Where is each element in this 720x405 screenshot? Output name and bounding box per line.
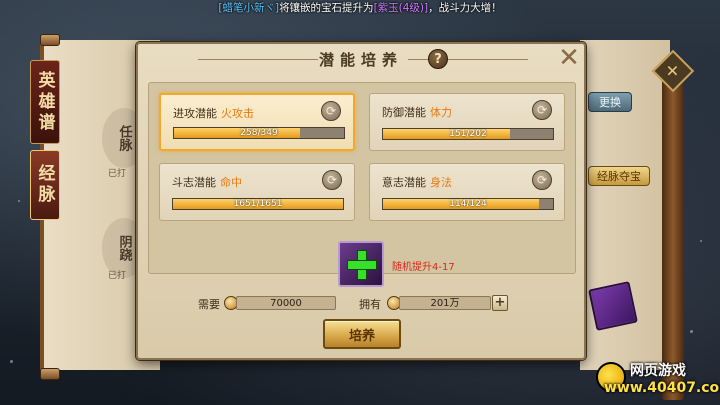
scroll-rod-top <box>40 34 60 46</box>
tab-meridian[interactable]: 经脉 <box>30 150 60 220</box>
progress-text: 1651/1651 <box>233 199 283 209</box>
watermark-url: www.40407.com <box>604 380 720 396</box>
meridian-item-ren-status: 已打 <box>108 169 127 179</box>
announcement-player-name[interactable]: [蜡笔小新ヾ] <box>218 2 279 14</box>
scroll-rod-bottom <box>40 368 60 380</box>
green-plus-icon <box>347 250 377 280</box>
need-amount: 70000 <box>236 296 336 310</box>
need-label: 需要 <box>198 298 220 311</box>
announcement-gem[interactable]: [紫玉(4级)] <box>374 2 429 14</box>
help-icon[interactable]: ? <box>428 49 448 69</box>
refresh-icon[interactable]: ⟳ <box>532 170 552 190</box>
potential-card-fighting-spirit[interactable]: 斗志潜能 命中 ⟳ 1651/1651 <box>159 163 355 221</box>
skill-book-icon[interactable] <box>588 281 638 331</box>
refresh-icon[interactable]: ⟳ <box>532 100 552 120</box>
progress-bar: 1651/1651 <box>172 198 344 210</box>
system-announcement: [蜡笔小新ヾ]将镶嵌的宝石提升为[紫玉(4级)]，战斗力大增！ <box>0 0 720 16</box>
watermark-title: 网页游戏 <box>630 363 686 379</box>
meridian-treasure-button[interactable]: 经脉夺宝 <box>588 166 650 186</box>
announcement-text: 将镶嵌的宝石提升为 <box>279 2 374 14</box>
tab-hero-list[interactable]: 英雄谱 <box>30 60 60 144</box>
card-label: 进攻潜能 火攻击 <box>173 107 254 120</box>
title-divider-left <box>198 59 318 60</box>
progress-bar: 114/124 <box>382 198 554 210</box>
potential-card-attack[interactable]: 进攻潜能 火攻击 ⟳ 258/349 <box>159 93 355 151</box>
progress-bar: 258/349 <box>173 127 345 139</box>
announcement-text-end: ，战斗力大增！ <box>428 2 502 14</box>
refresh-icon[interactable]: ⟳ <box>321 101 341 121</box>
dialog-title-bar: 潜能培养 <box>138 44 584 74</box>
change-button[interactable]: 更换 <box>588 92 632 112</box>
meridian-item-yinqiao-status: 已打 <box>108 271 127 281</box>
progress-text: 114/124 <box>449 199 487 209</box>
card-label: 斗志潜能 命中 <box>172 176 242 189</box>
progress-bar: 151/202 <box>382 128 554 140</box>
progress-text: 151/202 <box>449 129 487 139</box>
title-divider-right <box>408 59 528 60</box>
refresh-icon[interactable]: ⟳ <box>322 170 342 190</box>
add-currency-button[interactable]: + <box>492 295 508 311</box>
training-item-slot[interactable] <box>338 241 384 287</box>
potential-card-willpower[interactable]: 意志潜能 身法 ⟳ 114/124 <box>369 163 565 221</box>
train-button[interactable]: 培养 <box>323 319 401 349</box>
card-label: 防御潜能 体力 <box>382 106 452 119</box>
dialog-title: 潜能培养 <box>318 50 403 69</box>
have-label: 拥有 <box>359 298 381 311</box>
card-label: 意志潜能 身法 <box>382 176 452 189</box>
have-amount: 201万 <box>399 296 491 310</box>
potential-training-dialog: 潜能培养 ? ✕ 进攻潜能 火攻击 ⟳ 258/349 防御潜能 体力 ⟳ 151/… <box>136 42 586 360</box>
right-scroll-rod <box>662 60 684 400</box>
progress-text: 258/349 <box>240 128 278 138</box>
close-button[interactable]: ✕ <box>556 45 582 72</box>
potential-card-defense[interactable]: 防御潜能 体力 ⟳ 151/202 <box>369 93 565 151</box>
random-bonus-text: 随机提升4-17 <box>392 262 455 273</box>
